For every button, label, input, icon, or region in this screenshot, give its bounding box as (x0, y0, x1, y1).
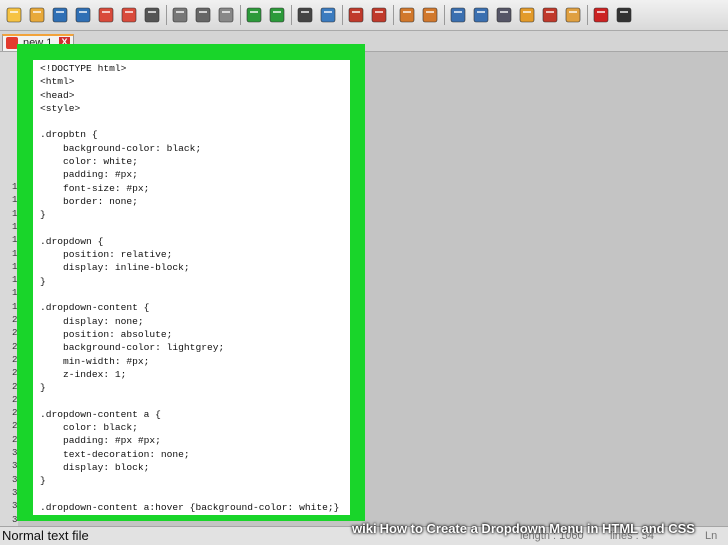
code-line: z-index: 1; (40, 368, 127, 380)
function-list-icon[interactable] (540, 5, 560, 25)
replace-icon[interactable] (318, 5, 338, 25)
code-line: <style> (40, 102, 81, 114)
find-icon[interactable] (295, 5, 315, 25)
code-line: .dropdown-content a { (40, 408, 161, 420)
redo-icon[interactable] (267, 5, 287, 25)
code-line: display: block; (40, 461, 150, 473)
code-line: font-size: #px; (40, 182, 150, 194)
code-line: <head> (40, 89, 75, 101)
undo-icon[interactable] (244, 5, 264, 25)
sync-horizontal-icon[interactable] (420, 5, 440, 25)
code-line: position: absolute; (40, 328, 173, 340)
show-all-chars-icon[interactable] (471, 5, 491, 25)
code-line: } (40, 209, 46, 221)
toolbar-separator (393, 5, 394, 25)
toolbar-separator (342, 5, 343, 25)
save-icon[interactable] (50, 5, 70, 25)
code-line: .dropdown-content a:hover {background-co… (40, 501, 340, 513)
file-type-label: Normal text file (2, 528, 89, 543)
sync-vertical-icon[interactable] (397, 5, 417, 25)
code-text-area[interactable]: <!DOCTYPE html> <html> <head> <style> .dropb… (33, 60, 350, 515)
toolbar-separator (587, 5, 588, 25)
stop-macro-icon[interactable] (614, 5, 634, 25)
code-line: } (40, 382, 46, 394)
doc-map-icon[interactable] (517, 5, 537, 25)
code-line: display: inline-block; (40, 262, 190, 274)
wikihow-watermark: wiki How to Create a Dropdown Menu in HTM… (352, 521, 695, 541)
cut-icon[interactable] (170, 5, 190, 25)
save-all-icon[interactable] (73, 5, 93, 25)
code-line: } (40, 275, 46, 287)
code-line: .dropdown:hover .dropdown-content {displ… (33, 514, 350, 515)
toolbar-separator (444, 5, 445, 25)
close-icon[interactable] (96, 5, 116, 25)
code-line: color: black; (40, 422, 138, 434)
open-folder-icon[interactable] (27, 5, 47, 25)
wikihow-logo: wiki (352, 521, 377, 536)
toolbar-separator (291, 5, 292, 25)
watermark-title: How to Create a Dropdown Menu in HTML an… (379, 521, 695, 536)
cursor-position-label: Ln (705, 530, 718, 542)
code-line: .dropdown { (40, 235, 104, 247)
code-line: color: white; (40, 156, 138, 168)
copy-icon[interactable] (193, 5, 213, 25)
code-line: border: none; (40, 195, 138, 207)
new-file-icon[interactable] (4, 5, 24, 25)
word-wrap-icon[interactable] (448, 5, 468, 25)
paste-icon[interactable] (216, 5, 236, 25)
print-icon[interactable] (142, 5, 162, 25)
record-macro-icon[interactable] (591, 5, 611, 25)
code-line: background-color: black; (40, 142, 202, 154)
folder-workspace-icon[interactable] (563, 5, 583, 25)
code-line: <!DOCTYPE html> (40, 63, 127, 74)
code-line: background-color: lightgrey; (40, 342, 225, 354)
close-all-icon[interactable] (119, 5, 139, 25)
code-line: padding: #px; (40, 169, 138, 181)
code-line: .dropdown-content { (40, 302, 150, 314)
toolbar-separator (240, 5, 241, 25)
zoom-out-icon[interactable] (369, 5, 389, 25)
line-number-gutter: 111111111122222222223333333 (0, 52, 18, 538)
code-line: display: none; (40, 315, 144, 327)
toolbar (0, 0, 728, 31)
zoom-in-icon[interactable] (346, 5, 366, 25)
toolbar-separator (166, 5, 167, 25)
code-line: .dropbtn { (40, 129, 98, 141)
indent-guide-icon[interactable] (494, 5, 514, 25)
code-line: padding: #px #px; (40, 435, 161, 447)
code-line: <html> (40, 76, 75, 88)
code-line: text-decoration: none; (40, 448, 190, 460)
code-line: position: relative; (40, 249, 173, 261)
code-line: } (40, 475, 46, 487)
code-line: min-width: #px; (40, 355, 150, 367)
